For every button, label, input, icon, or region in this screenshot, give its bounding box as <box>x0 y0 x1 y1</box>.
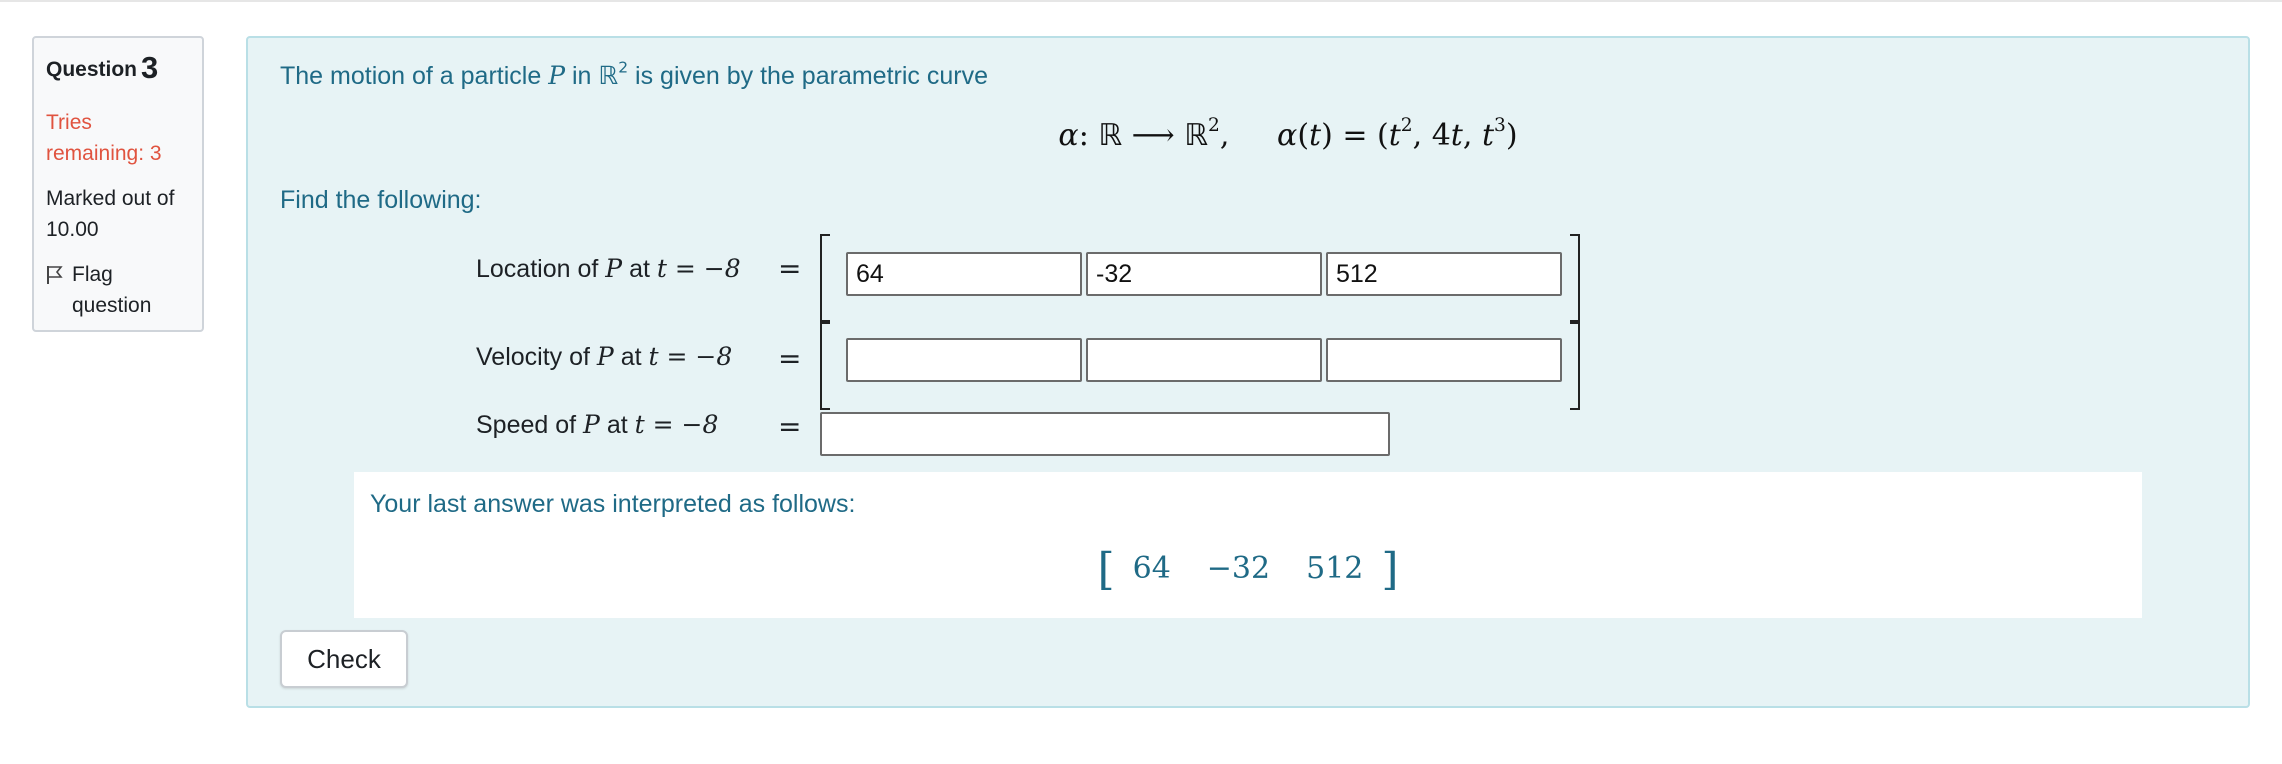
tries-remaining: Tries remaining: 3 <box>46 111 162 165</box>
marked-out-of: Marked out of 10.00 <box>46 187 175 241</box>
location-label-text: Location of <box>476 255 599 283</box>
question-intro-after: is given by the parametric curve <box>635 62 988 90</box>
in-word: in <box>571 62 592 90</box>
speed-label: Speed of P at t = −8 <box>476 410 718 440</box>
velocity-label: Velocity of P at t = −8 <box>476 342 732 372</box>
velocity-left-bracket <box>820 322 830 410</box>
question-label: Question <box>46 58 138 81</box>
feedback-left-bracket: [ <box>1097 544 1115 595</box>
location-left-bracket <box>820 234 830 322</box>
find-following: Find the following: <box>280 186 482 214</box>
particle-symbol: P <box>548 61 566 90</box>
feedback-value-3: 512 <box>1306 551 1364 586</box>
velocity-z-input[interactable] <box>1326 338 1562 382</box>
location-t-value: t = −8 <box>656 254 741 283</box>
flag-icon <box>47 266 63 284</box>
speed-at: at <box>606 411 628 439</box>
speed-equals: = <box>778 410 802 443</box>
question-text: The motion of a particle P in ℝ2 is give… <box>280 56 988 96</box>
location-equals: = <box>778 252 802 285</box>
velocity-x-input[interactable] <box>846 338 1082 382</box>
speed-label-text: Speed of <box>476 411 577 439</box>
question-number-heading: Question 3 <box>46 52 190 85</box>
flag-question-link[interactable]: Flag question <box>46 259 190 321</box>
velocity-equals: = <box>778 342 802 375</box>
flag-question-label: Flag question <box>72 263 152 317</box>
curve-formula: α(t) = (t2, 4t, t3) <box>1277 115 1518 153</box>
location-y-input[interactable] <box>1086 252 1322 296</box>
location-right-bracket <box>1570 234 1580 322</box>
feedback-right-bracket: ] <box>1381 544 1399 595</box>
location-p-symbol: P <box>605 254 623 283</box>
velocity-at: at <box>620 343 642 371</box>
velocity-y-input[interactable] <box>1086 338 1322 382</box>
curve-definition: α: ℝ ⟶ ℝ2, α(t) = (t2, 4t, t3) <box>248 115 2248 153</box>
curve-map: α: ℝ ⟶ ℝ2, <box>1058 115 1230 153</box>
question-number: 3 <box>141 50 159 85</box>
feedback-value-2: −32 <box>1206 551 1271 586</box>
velocity-label-text: Velocity of <box>476 343 590 371</box>
check-button[interactable]: Check <box>280 630 408 688</box>
feedback-matrix: [64 −32 512] <box>354 544 2142 595</box>
top-divider <box>0 0 2282 2</box>
speed-input[interactable] <box>820 412 1390 456</box>
velocity-right-bracket <box>1570 322 1580 410</box>
location-x-input[interactable] <box>846 252 1082 296</box>
question-intro: The motion of a particle <box>280 62 542 90</box>
location-label: Location of P at t = −8 <box>476 254 741 284</box>
feedback-text: Your last answer was interpreted as foll… <box>370 490 856 518</box>
location-at: at <box>629 255 650 283</box>
velocity-t-value: t = −8 <box>648 342 733 371</box>
question-content: The motion of a particle P in ℝ2 is give… <box>246 36 2250 708</box>
feedback-value-1: 64 <box>1132 551 1171 586</box>
location-z-input[interactable] <box>1326 252 1562 296</box>
real-plane-symbol: ℝ2 <box>598 58 629 90</box>
speed-p-symbol: P <box>583 410 600 439</box>
velocity-p-symbol: P <box>596 342 614 371</box>
speed-t-value: t = −8 <box>634 410 719 439</box>
answer-feedback: Your last answer was interpreted as foll… <box>354 472 2142 618</box>
question-info-panel: Question 3 Tries remaining: 3 Marked out … <box>32 36 204 332</box>
